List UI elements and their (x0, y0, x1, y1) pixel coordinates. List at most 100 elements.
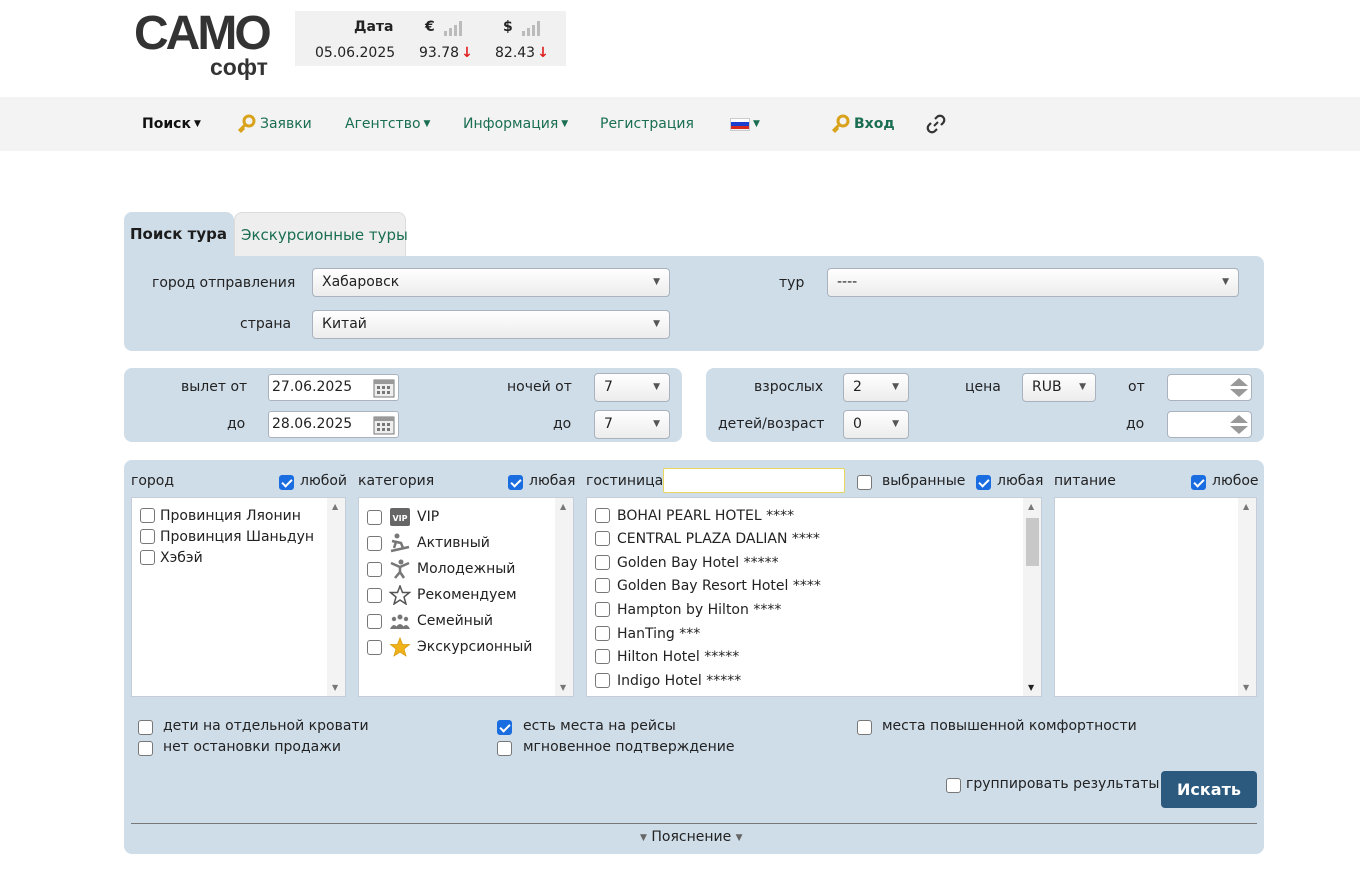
hotel-selected-checkbox[interactable] (857, 475, 872, 490)
category-name: Молодежный (417, 561, 516, 577)
nav-info[interactable]: Информация ▼ (463, 97, 568, 151)
scroll-down-icon[interactable]: ▼ (560, 683, 566, 692)
tour-value: ---- (837, 274, 858, 290)
hotel-checkbox[interactable] (595, 626, 610, 641)
instant-confirm-checkbox[interactable] (497, 741, 512, 756)
scroll-up-icon[interactable]: ▲ (1028, 502, 1034, 511)
nights-to-value: 7 (604, 416, 613, 432)
group-results-checkbox[interactable] (946, 778, 961, 793)
hotel-name: CENTRAL PLAZA DALIAN **** (617, 531, 820, 547)
spinner-icon[interactable] (1229, 377, 1249, 398)
departure-from-date[interactable]: 27.06.2025 (268, 374, 399, 401)
departure-to-date[interactable]: 28.06.2025 (268, 411, 399, 438)
departure-city-select[interactable]: Хабаровск ▼ (312, 268, 670, 297)
category-name: Активный (417, 535, 490, 551)
nights-to-select[interactable]: 7 ▼ (594, 410, 670, 439)
scrollbar[interactable]: ▲ ▼ (1023, 498, 1041, 696)
country-select[interactable]: Китай ▼ (312, 310, 670, 339)
scrollbar[interactable]: ▲ ▼ (1238, 498, 1256, 696)
category-checkbox[interactable] (367, 640, 382, 655)
scrollbar-thumb[interactable] (1026, 518, 1039, 566)
calendar-icon[interactable] (373, 378, 395, 398)
tab-excursion-tours[interactable]: Экскурсионные туры (234, 212, 408, 256)
tour-select[interactable]: ---- ▼ (827, 268, 1239, 297)
adults-select[interactable]: 2 ▼ (843, 373, 909, 402)
family-icon (390, 614, 410, 629)
no-stop-sale-checkbox[interactable] (138, 741, 153, 756)
language-selector[interactable]: ▼ (730, 97, 760, 151)
price-from-input[interactable] (1167, 374, 1252, 401)
children-select[interactable]: 0 ▼ (843, 410, 909, 439)
departure-city-value: Хабаровск (322, 274, 400, 290)
category-checkbox[interactable] (367, 588, 382, 603)
samo-logo[interactable]: CAMO софт (134, 8, 274, 84)
category-listbox[interactable]: VIP VIP Активный Молодежный Рекомендуем … (358, 497, 574, 697)
hotel-checkbox[interactable] (595, 578, 610, 593)
flight-seats-checkbox[interactable] (497, 720, 512, 735)
meal-listbox[interactable]: ▲ ▼ (1054, 497, 1257, 697)
hotel-name: Hilton Hotel ***** (617, 649, 740, 665)
comfort-seats-checkbox[interactable] (857, 720, 872, 735)
hotel-checkbox[interactable] (595, 673, 610, 688)
children-value: 0 (853, 416, 862, 432)
hotel-checkbox[interactable] (595, 649, 610, 664)
category-filter-label: категория (358, 473, 435, 489)
departure-to-label: до (227, 416, 246, 432)
category-checkbox[interactable] (367, 536, 382, 551)
nav-agency[interactable]: Агентство ▼ (345, 97, 430, 151)
departure-from-value: 27.06.2025 (272, 379, 353, 395)
nights-from-select[interactable]: 7 ▼ (594, 373, 670, 402)
link-button[interactable] (926, 97, 946, 151)
city-any-checkbox[interactable] (279, 475, 294, 490)
dropdown-arrow-icon: ▼ (892, 382, 899, 392)
hotel-any-checkbox[interactable] (976, 475, 991, 490)
price-to-input[interactable] (1167, 411, 1252, 438)
city-checkbox[interactable] (140, 550, 155, 565)
hotel-checkbox[interactable] (595, 602, 610, 617)
scroll-down-icon[interactable]: ▼ (1028, 683, 1034, 692)
meal-any-checkbox[interactable] (1191, 475, 1206, 490)
logo-sub-text: софт (210, 54, 268, 80)
scroll-down-icon[interactable]: ▼ (1243, 683, 1249, 692)
nav-login[interactable]: Вход (830, 97, 895, 151)
scroll-down-icon[interactable]: ▼ (332, 683, 338, 692)
category-name: Экскурсионный (417, 639, 533, 655)
scroll-up-icon[interactable]: ▲ (560, 502, 566, 511)
hotel-search-input[interactable] (663, 468, 845, 493)
category-checkbox[interactable] (367, 614, 382, 629)
currency-value: RUB (1032, 379, 1062, 395)
hotel-listbox[interactable]: BOHAI PEARL HOTEL **** CENTRAL PLAZA DAL… (586, 497, 1042, 697)
tab-tour-search[interactable]: Поиск тура (124, 212, 234, 256)
instant-confirm-label: мгновенное подтверждение (523, 739, 735, 755)
category-name: Семейный (417, 613, 493, 629)
separate-bed-checkbox[interactable] (138, 720, 153, 735)
scroll-up-icon[interactable]: ▲ (332, 502, 338, 511)
explanation-toggle[interactable]: ▼ Пояснение ▼ (640, 829, 743, 845)
scrollbar[interactable]: ▲ ▼ (555, 498, 573, 696)
search-button[interactable]: Искать (1161, 771, 1257, 808)
city-checkbox[interactable] (140, 529, 155, 544)
currency-select[interactable]: RUB ▼ (1022, 373, 1096, 402)
hotel-name: Golden Bay Hotel ***** (617, 555, 779, 571)
meal-filter-label: питание (1054, 473, 1116, 489)
nav-register[interactable]: Регистрация (600, 97, 694, 151)
nights-from-label: ночей от (507, 379, 572, 395)
nav-search[interactable]: Поиск ▼ (142, 97, 201, 151)
city-checkbox[interactable] (140, 508, 155, 523)
spinner-icon[interactable] (1229, 414, 1249, 435)
hotel-checkbox[interactable] (595, 508, 610, 523)
scroll-up-icon[interactable]: ▲ (1243, 502, 1249, 511)
departure-city-label: город отправления (152, 275, 296, 291)
dropdown-arrow-icon: ▼ (653, 319, 660, 329)
category-checkbox[interactable] (367, 510, 382, 525)
category-any-checkbox[interactable] (508, 475, 523, 490)
usd-header: $ (503, 18, 541, 36)
nav-orders[interactable]: Заявки (236, 97, 312, 151)
hotel-checkbox[interactable] (595, 531, 610, 546)
scrollbar[interactable]: ▲ ▼ (327, 498, 345, 696)
category-checkbox[interactable] (367, 562, 382, 577)
explanation-label: Пояснение (651, 829, 732, 845)
calendar-icon[interactable] (373, 415, 395, 435)
city-listbox[interactable]: Провинция Ляонин Провинция Шаньдун Хэбэй… (131, 497, 346, 697)
hotel-checkbox[interactable] (595, 555, 610, 570)
